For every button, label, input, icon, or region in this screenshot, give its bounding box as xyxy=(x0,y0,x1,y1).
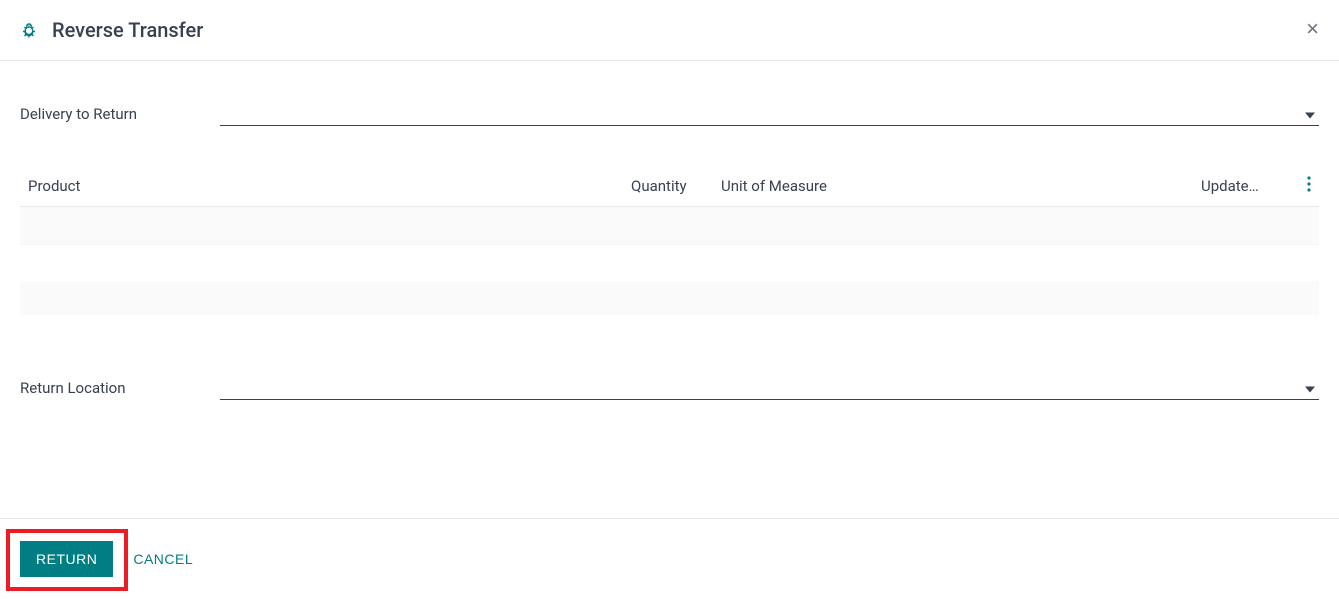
column-header-unit[interactable]: Unit of Measure xyxy=(721,177,1201,195)
column-header-quantity[interactable]: Quantity xyxy=(631,177,721,195)
modal-footer: RETURN CANCEL xyxy=(0,518,1339,599)
return-location-select[interactable] xyxy=(220,375,1319,400)
table-empty-row[interactable] xyxy=(20,207,1319,245)
modal-body: Delivery to Return Product Quantity Unit… xyxy=(0,61,1339,460)
delivery-to-return-value xyxy=(220,101,1319,125)
return-location-row: Return Location xyxy=(20,375,1319,400)
modal-header: Reverse Transfer × xyxy=(0,0,1339,61)
caret-down-icon xyxy=(1305,378,1315,397)
modal-title: Reverse Transfer xyxy=(52,18,203,42)
table-footer-row xyxy=(20,281,1319,315)
table-header-row: Product Quantity Unit of Measure Update… xyxy=(20,166,1319,207)
return-location-value xyxy=(220,375,1319,399)
return-location-label: Return Location xyxy=(20,379,220,397)
return-button[interactable]: RETURN xyxy=(20,541,113,577)
column-header-product[interactable]: Product xyxy=(28,177,631,195)
products-table: Product Quantity Unit of Measure Update… xyxy=(20,166,1319,315)
cancel-button[interactable]: CANCEL xyxy=(133,551,193,567)
bug-icon[interactable] xyxy=(20,21,38,39)
close-button[interactable]: × xyxy=(1306,18,1319,40)
table-spacer xyxy=(20,245,1319,281)
caret-down-icon xyxy=(1305,104,1315,123)
kebab-menu-icon[interactable] xyxy=(1281,176,1311,192)
delivery-to-return-select[interactable] xyxy=(220,101,1319,126)
delivery-to-return-row: Delivery to Return xyxy=(20,101,1319,126)
delivery-to-return-label: Delivery to Return xyxy=(20,105,220,123)
column-header-update[interactable]: Update… xyxy=(1201,177,1281,195)
